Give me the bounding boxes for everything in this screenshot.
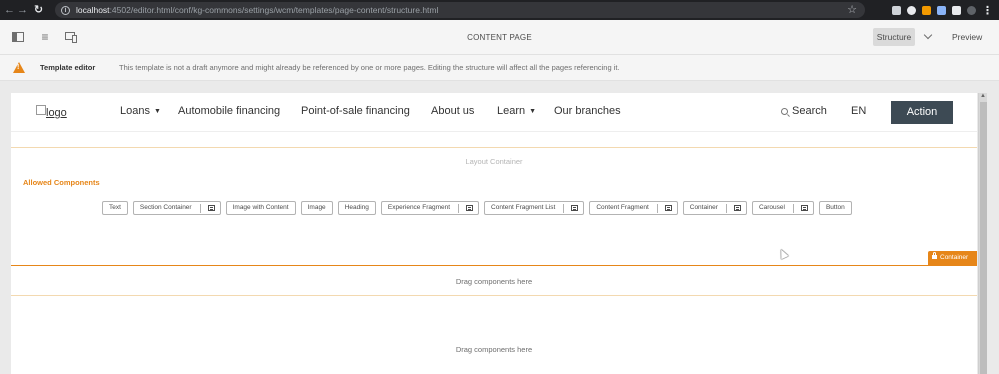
placeholder-border: [11, 295, 977, 296]
template-editor-alert: Template editor This template is not a d…: [0, 55, 999, 81]
component-chip-content-fragment-list[interactable]: Content Fragment List: [484, 201, 585, 215]
warning-icon: [13, 62, 25, 73]
caret-down-icon: ▼: [153, 108, 161, 115]
address-bar[interactable]: i localhost:4502/editor.html/conf/kg-com…: [55, 2, 865, 18]
browser-toolbar: ← → ↻ i localhost:4502/editor.html/conf/…: [0, 0, 999, 20]
preview-mode-button[interactable]: Preview: [952, 28, 982, 46]
extension-tool-icon[interactable]: [937, 5, 946, 15]
drag-components-placeholder[interactable]: Drag components here: [11, 345, 977, 354]
extension-camera-icon[interactable]: [892, 5, 901, 15]
nav-item-our-branches[interactable]: Our branches: [554, 105, 621, 117]
alert-message: This template is not a draft anymore and…: [119, 63, 620, 72]
component-chip-section-container[interactable]: Section Container: [132, 201, 221, 215]
nav-item-about-us[interactable]: About us: [431, 105, 474, 117]
mouse-cursor-icon: [777, 247, 789, 260]
editor-toolbar: ≡ CONTENT PAGE Structure Preview: [0, 20, 999, 55]
site-header[interactable]: logo Loans ▼ Automobile financing Point-o…: [11, 93, 977, 131]
layout-container-label: Layout Container: [465, 157, 523, 166]
component-chip-image-with-content[interactable]: Image with Content: [225, 201, 296, 215]
structure-mode-button[interactable]: Structure: [873, 28, 915, 46]
component-chip-content-fragment[interactable]: Content Fragment: [589, 201, 678, 215]
caret-down-icon: ▼: [529, 108, 537, 115]
forward-arrow-icon[interactable]: →: [16, 0, 29, 20]
browser-menu-icon[interactable]: ⋮: [982, 4, 993, 17]
search-icon[interactable]: [781, 108, 788, 115]
component-group-icon[interactable]: [207, 205, 215, 211]
profile-avatar[interactable]: [967, 5, 976, 15]
component-chip-container[interactable]: Container: [682, 201, 747, 215]
nav-item-loans[interactable]: Loans ▼: [120, 105, 161, 117]
search-label[interactable]: Search: [792, 105, 827, 117]
vertical-scrollbar[interactable]: ▲: [978, 93, 987, 374]
divider: [11, 131, 977, 132]
component-group-icon[interactable]: [571, 205, 579, 211]
url-text[interactable]: localhost:4502/editor.html/conf/kg-commo…: [76, 5, 438, 15]
nav-item-point-of-sale-financing[interactable]: Point-of-sale financing: [301, 105, 410, 117]
logo-image: [36, 105, 46, 115]
extension-gear-icon[interactable]: [907, 5, 916, 15]
extensions-area: ⋮: [892, 0, 993, 20]
alert-title: Template editor: [40, 63, 96, 72]
component-group-icon[interactable]: [664, 205, 672, 211]
logo-text[interactable]: logo: [46, 107, 67, 119]
site-logo[interactable]: logo: [36, 105, 81, 119]
component-chip-experience-fragment[interactable]: Experience Fragment: [380, 201, 480, 215]
bookmark-star-icon[interactable]: ☆: [847, 3, 857, 17]
page-title: CONTENT PAGE: [467, 33, 532, 42]
component-group-icon[interactable]: [466, 205, 474, 211]
layout-container-top-border: [11, 147, 977, 148]
page-frame: logo Loans ▼ Automobile financing Point-o…: [11, 93, 977, 374]
component-chip-image[interactable]: Image: [300, 201, 333, 215]
component-chip-carousel[interactable]: Carousel: [751, 201, 814, 215]
component-chip-heading[interactable]: Heading: [337, 201, 376, 215]
component-chip-button[interactable]: Button: [818, 201, 852, 215]
allowed-components-label: Allowed Components: [23, 178, 100, 187]
scroll-up-icon[interactable]: ▲: [979, 93, 987, 99]
container-tag[interactable]: Container: [928, 251, 977, 265]
component-chip-text[interactable]: Text: [102, 201, 128, 215]
nav-item-automobile-financing[interactable]: Automobile financing: [178, 105, 280, 117]
back-arrow-icon[interactable]: ←: [3, 0, 16, 20]
nav-item-learn[interactable]: Learn ▼: [497, 105, 536, 117]
container-border: [11, 265, 977, 266]
scroll-thumb[interactable]: [980, 102, 987, 374]
extensions-puzzle-icon[interactable]: [952, 5, 961, 15]
reload-icon[interactable]: ↻: [32, 0, 45, 20]
extension-shield-icon[interactable]: [922, 5, 931, 15]
info-icon[interactable]: i: [61, 5, 70, 15]
component-group-icon[interactable]: [800, 205, 808, 211]
action-button[interactable]: Action: [891, 101, 953, 124]
lock-icon: [932, 252, 937, 259]
drag-components-placeholder[interactable]: Drag components here: [11, 277, 977, 286]
component-group-icon[interactable]: [733, 205, 741, 211]
language-selector[interactable]: EN: [851, 105, 866, 117]
allowed-components-list: Text Section Container Image with Conten…: [102, 201, 852, 215]
